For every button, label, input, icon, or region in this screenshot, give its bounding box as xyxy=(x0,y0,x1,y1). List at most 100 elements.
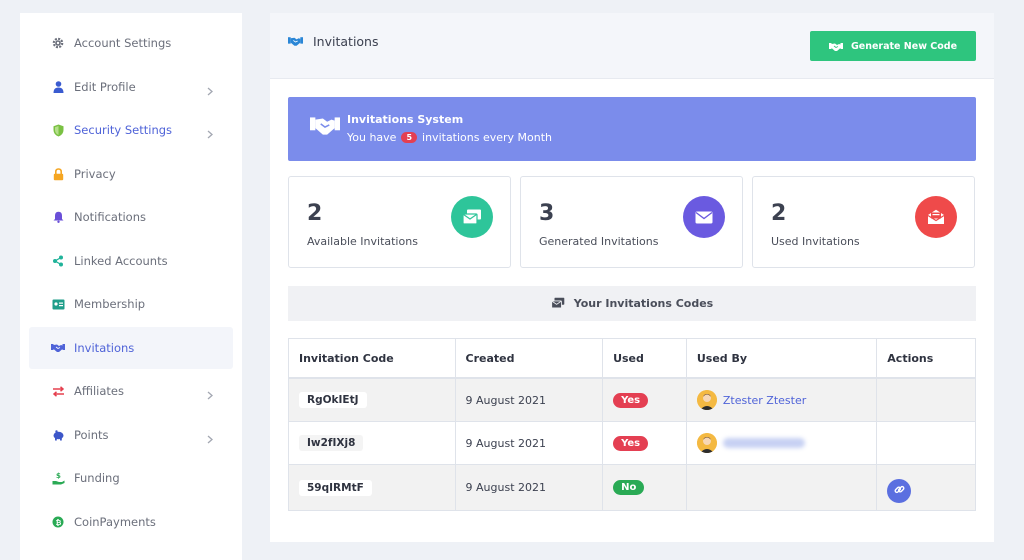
sidebar-item-funding[interactable]: $ Funding xyxy=(29,457,233,499)
used-by-cell: Ztester Ztester xyxy=(687,379,878,421)
svg-text:₿: ₿ xyxy=(56,519,62,527)
banner-text: You have 5 invitations every Month xyxy=(347,131,552,144)
used-cell: No xyxy=(603,465,687,510)
sidebar-item-linked-accounts[interactable]: Linked Accounts xyxy=(29,240,233,282)
used-badge: No xyxy=(613,480,645,495)
piggy-bank-icon xyxy=(51,428,65,442)
sidebar-item-label: Points xyxy=(74,428,109,442)
chevron-right-icon xyxy=(207,81,213,100)
sidebar-item-label: Invitations xyxy=(74,341,135,355)
envelope-open-icon xyxy=(915,196,957,238)
code-cell: Iw2fIXj8 xyxy=(289,422,456,464)
generate-new-code-button[interactable]: Generate New Code xyxy=(810,31,976,61)
sidebar-item-security-settings[interactable]: Security Settings xyxy=(29,109,233,151)
codes-heading-text: Your Invitations Codes xyxy=(573,297,714,310)
banner-prefix: You have xyxy=(347,131,397,144)
sidebar-item-label: Affiliates xyxy=(74,384,124,398)
invitations-panel: Invitations Generate New Code Invitation… xyxy=(270,13,994,542)
sidebar-item-label: Edit Profile xyxy=(74,80,136,94)
panel-header: Invitations Generate New Code xyxy=(270,13,994,79)
envelope-icon xyxy=(683,196,725,238)
sidebar-item-label: Privacy xyxy=(74,167,116,181)
user-icon xyxy=(51,80,65,94)
handshake-icon xyxy=(51,341,65,355)
actions-cell xyxy=(877,379,975,421)
used-by-cell xyxy=(687,422,878,464)
column-header: Invitation Code xyxy=(289,339,456,377)
stat-value: 3 xyxy=(539,201,555,226)
hand-dollar-icon: $ xyxy=(51,471,65,485)
blurred-username[interactable] xyxy=(722,438,805,448)
used-by-user-link[interactable]: Ztester Ztester xyxy=(723,394,806,407)
table-header-row: Invitation Code Created Used Used By Act… xyxy=(289,339,975,379)
sidebar-item-invitations[interactable]: Invitations xyxy=(29,327,233,369)
envelopes-icon xyxy=(451,196,493,238)
table-row: 59qIRMtF 9 August 2021 No xyxy=(289,465,975,510)
sidebar-item-label: Funding xyxy=(74,471,120,485)
stat-value: 2 xyxy=(307,201,323,226)
page-title-text: Invitations xyxy=(313,34,379,49)
invitation-code: 59qIRMtF xyxy=(299,479,372,496)
page-title: Invitations xyxy=(288,32,379,51)
exchange-icon xyxy=(51,384,65,398)
stat-card-available: 2 Available Invitations xyxy=(288,176,511,268)
created-cell: 9 August 2021 xyxy=(456,465,604,510)
used-badge: Yes xyxy=(613,392,649,408)
sidebar-item-affiliates[interactable]: Affiliates xyxy=(29,370,233,412)
sidebar-item-membership[interactable]: Membership xyxy=(29,283,233,325)
stat-value: 2 xyxy=(771,201,787,226)
invitation-codes-heading: Your Invitations Codes xyxy=(288,286,976,321)
bell-icon xyxy=(51,210,65,224)
sidebar: Account Settings Edit Profile Security S… xyxy=(20,13,242,560)
link-icon xyxy=(894,484,905,498)
invitation-count-badge: 5 xyxy=(401,132,418,143)
coin-icon: ₿ xyxy=(51,515,65,529)
created-cell: 9 August 2021 xyxy=(456,379,604,421)
handshake-icon xyxy=(310,115,340,141)
sidebar-item-label: CoinPayments xyxy=(74,515,156,529)
actions-cell xyxy=(877,465,975,510)
banner-title: Invitations System xyxy=(347,113,464,126)
sidebar-item-label: Account Settings xyxy=(74,36,172,50)
handshake-icon xyxy=(828,37,843,56)
sidebar-item-label: Linked Accounts xyxy=(74,254,168,268)
avatar xyxy=(696,390,717,410)
avatar xyxy=(696,433,717,453)
used-cell: Yes xyxy=(603,422,687,464)
table-row: Iw2fIXj8 9 August 2021 Yes xyxy=(289,422,975,465)
invitations-table: Invitation Code Created Used Used By Act… xyxy=(288,338,976,511)
share-icon xyxy=(51,254,65,268)
shield-icon xyxy=(51,123,65,137)
svg-text:$: $ xyxy=(56,472,61,480)
banner-suffix: invitations every Month xyxy=(422,131,553,144)
table-row: RgOkIEtJ 9 August 2021 Yes Ztester Ztest… xyxy=(289,379,975,422)
sidebar-item-account-settings[interactable]: Account Settings xyxy=(29,22,233,64)
code-cell: 59qIRMtF xyxy=(289,465,456,510)
copy-link-button[interactable] xyxy=(887,478,912,503)
envelopes-icon xyxy=(551,294,565,313)
sidebar-item-coinpayments[interactable]: ₿ CoinPayments xyxy=(29,501,233,543)
sidebar-item-notifications[interactable]: Notifications xyxy=(29,196,233,238)
sidebar-item-points[interactable]: Points xyxy=(29,414,233,456)
stat-label: Used Invitations xyxy=(771,235,860,248)
sidebar-item-label: Notifications xyxy=(74,210,146,224)
sidebar-item-privacy[interactable]: Privacy xyxy=(29,153,233,195)
used-cell: Yes xyxy=(603,379,687,421)
gear-icon xyxy=(51,36,65,50)
actions-cell xyxy=(877,422,975,464)
code-cell: RgOkIEtJ xyxy=(289,379,456,421)
sidebar-item-edit-profile[interactable]: Edit Profile xyxy=(29,66,233,108)
generate-button-label: Generate New Code xyxy=(850,40,958,52)
sidebar-item-label: Membership xyxy=(74,297,146,311)
chevron-right-icon xyxy=(207,385,213,404)
stat-card-used: 2 Used Invitations xyxy=(752,176,975,268)
column-header: Actions xyxy=(887,351,934,365)
chevron-right-icon xyxy=(207,429,213,448)
used-badge: Yes xyxy=(613,435,649,451)
stat-label: Available Invitations xyxy=(307,235,418,248)
chevron-right-icon xyxy=(207,124,213,143)
invitation-code: RgOkIEtJ xyxy=(299,392,367,408)
lock-icon xyxy=(51,167,65,181)
column-header: Created xyxy=(456,339,604,377)
created-cell: 9 August 2021 xyxy=(456,422,604,464)
